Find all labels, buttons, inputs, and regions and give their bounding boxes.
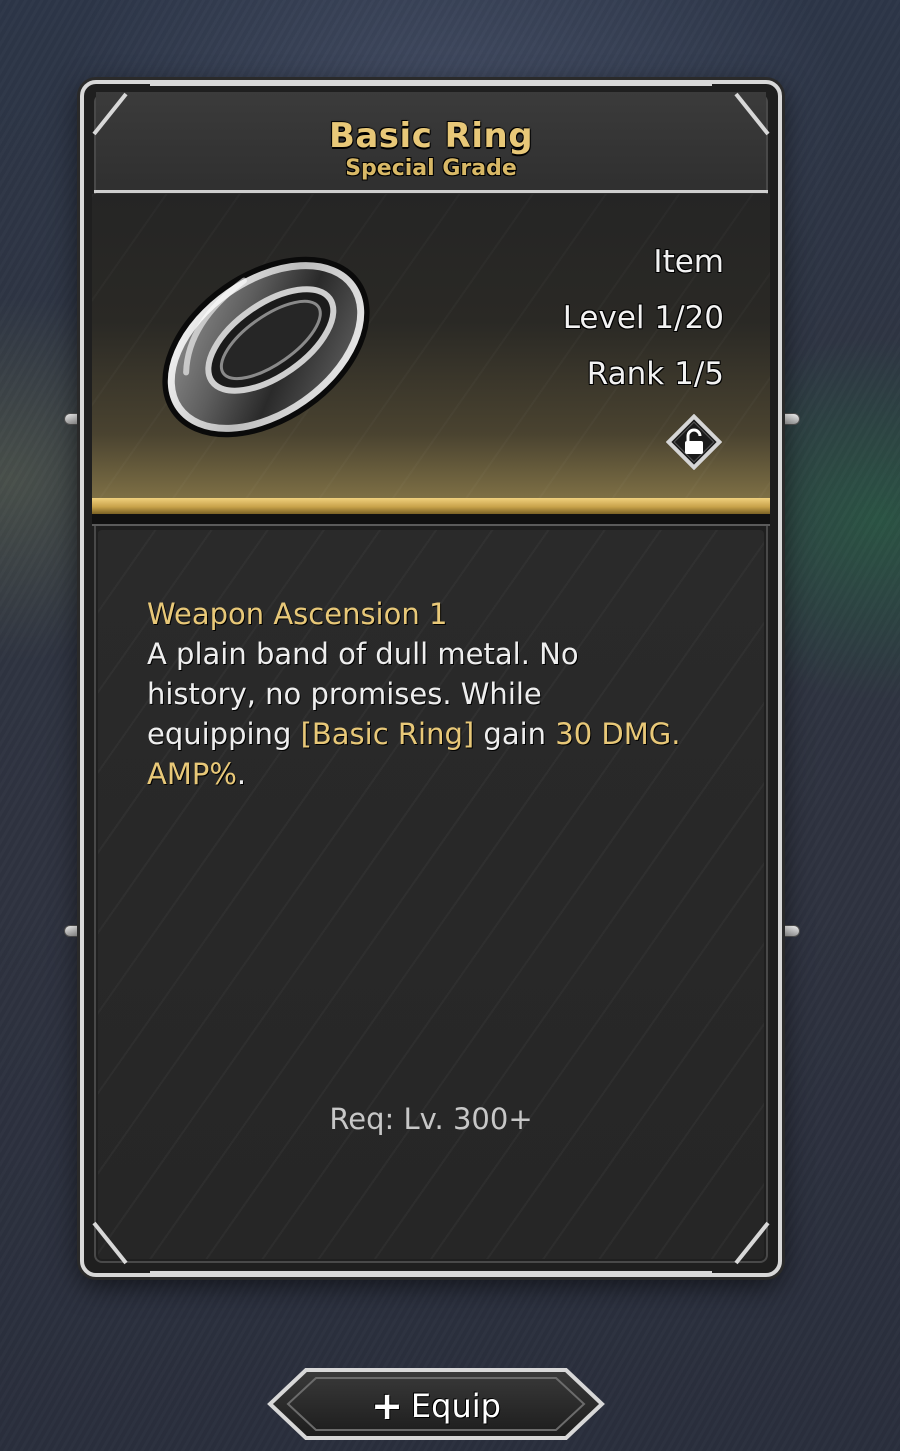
- item-detail-card: Basic Ring Special Grade Item Level 1/20…: [80, 80, 782, 1277]
- description-text: A plain band of dull metal. No history, …: [147, 634, 687, 794]
- description-text-part: .: [236, 757, 247, 791]
- item-rank: Rank 1/5: [586, 356, 724, 392]
- dark-divider: [92, 514, 770, 526]
- description-title: Weapon Ascension 1: [147, 597, 448, 631]
- item-type: Item: [653, 244, 724, 280]
- header-divider: [94, 190, 768, 193]
- highlight-item-name: [Basic Ring]: [300, 717, 475, 751]
- unlocked-padlock-icon[interactable]: [666, 414, 722, 470]
- gold-divider: [92, 498, 770, 514]
- item-level: Level 1/20: [562, 300, 724, 336]
- silver-ring-icon: [162, 256, 370, 438]
- equip-button-frame: [267, 1368, 605, 1440]
- equip-button[interactable]: + Equip: [266, 1366, 606, 1442]
- item-description: Weapon Ascension 1 A plain band of dull …: [147, 594, 687, 794]
- item-stats: Item Level 1/20 Rank 1/5: [563, 234, 724, 402]
- item-name: Basic Ring: [328, 116, 534, 156]
- item-grade: Special Grade: [345, 156, 517, 181]
- level-requirement: Req: Lv. 300+: [329, 1102, 533, 1136]
- card-header: Basic Ring Special Grade: [96, 92, 766, 194]
- description-text-part: gain: [474, 717, 556, 751]
